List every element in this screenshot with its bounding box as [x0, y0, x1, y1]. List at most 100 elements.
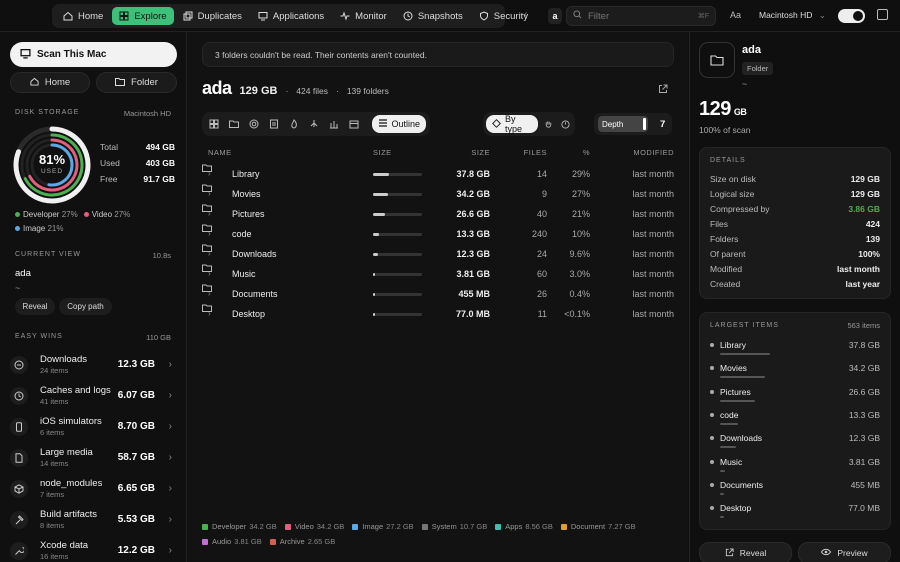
detail-value: 129 GB — [850, 189, 880, 199]
nav-snapshots[interactable]: Snapshots — [396, 7, 470, 25]
theme-toggle[interactable] — [838, 9, 865, 23]
inspector-reveal-button[interactable]: Reveal — [699, 542, 792, 562]
row-modified: last month — [632, 229, 674, 239]
table-row[interactable]: › Movies 34.2 GB 9 27% last month — [202, 184, 674, 204]
depth-track[interactable]: Depth — [598, 116, 648, 132]
largest-item[interactable]: Music 3.81 GB — [710, 457, 880, 480]
reveal-button[interactable]: Reveal — [15, 298, 55, 315]
chevron-right-icon[interactable]: › — [208, 209, 211, 218]
folder-scope-button[interactable]: Folder — [96, 72, 177, 93]
largest-item[interactable]: Desktop 77.0 MB — [710, 503, 880, 526]
easy-win-size: 6.07 GB — [117, 390, 155, 401]
chevron-right-icon[interactable]: › — [208, 229, 211, 238]
chevron-right-icon[interactable]: › — [208, 309, 211, 318]
table-row[interactable]: › Documents 455 MB 26 0.4% last month — [202, 284, 674, 304]
chevron-right-icon[interactable]: › — [208, 249, 211, 258]
by-type-button[interactable]: By type — [486, 114, 538, 134]
treemap-view-icon[interactable] — [206, 115, 223, 133]
col-size-bar[interactable]: SIZE — [373, 148, 392, 157]
col-size[interactable]: SIZE — [471, 148, 490, 157]
nav-monitor[interactable]: Monitor — [333, 7, 394, 25]
outline-view-button[interactable]: Outline — [371, 115, 427, 133]
largest-item[interactable]: code 13.3 GB — [710, 410, 880, 433]
inspector-preview-button[interactable]: Preview — [798, 542, 891, 562]
nav-applications[interactable]: Applications — [251, 7, 331, 25]
open-external-icon — [725, 547, 734, 559]
hand-icon[interactable] — [542, 120, 555, 129]
row-size: 3.81 GB — [456, 269, 490, 279]
open-external-icon[interactable] — [658, 84, 668, 96]
depth-handle[interactable] — [643, 118, 646, 130]
legend-developer-pct: 27% — [61, 210, 78, 219]
chevron-right-icon: › — [168, 421, 172, 432]
home-scope-button[interactable]: Home — [10, 72, 90, 93]
free-value: 91.7 GB — [143, 174, 175, 184]
col-modified[interactable]: MODIFIED — [633, 148, 674, 157]
row-size: 12.3 GB — [456, 249, 490, 259]
type-name: System — [431, 522, 457, 531]
back-chevron-icon[interactable]: ‹ — [524, 9, 527, 20]
table-row[interactable]: › Desktop 77.0 MB 11 <0.1% last month — [202, 304, 674, 324]
breadcrumb[interactable]: a — [548, 8, 562, 24]
largest-item[interactable]: Downloads 12.3 GB — [710, 433, 880, 456]
copy-path-button[interactable]: Copy path — [59, 298, 112, 315]
detail-value: 100% — [858, 249, 880, 259]
easy-win-xcode-data[interactable]: Xcode data 16 items 12.2 GB › — [10, 535, 182, 562]
table-row[interactable]: › Downloads 12.3 GB 24 9.6% last month — [202, 244, 674, 264]
table-row[interactable]: › code 13.3 GB 240 10% last month — [202, 224, 674, 244]
toggle-knob — [853, 11, 863, 21]
largest-item-bar — [720, 399, 755, 402]
clock-icon[interactable] — [559, 119, 572, 129]
easy-win-caches[interactable]: Caches and logs 41 items 6.07 GB › — [10, 380, 182, 411]
col-percent[interactable]: % — [583, 148, 590, 157]
col-files[interactable]: FILES — [524, 148, 547, 157]
col-name[interactable]: NAME — [208, 148, 232, 157]
filter-input[interactable] — [588, 10, 688, 22]
sunburst-view-icon[interactable] — [246, 115, 263, 133]
largest-item[interactable]: Library 37.8 GB — [710, 340, 880, 363]
easy-win-build-artifacts[interactable]: Build artifacts 8 items 5.53 GB › — [10, 504, 182, 535]
list-view-icon[interactable] — [266, 115, 283, 133]
folder-view-icon[interactable] — [226, 115, 243, 133]
row-percent: 0.4% — [569, 289, 590, 299]
scan-this-mac-button[interactable]: Scan This Mac — [10, 42, 177, 67]
columns-view-icon[interactable] — [326, 115, 343, 133]
nav-duplicates[interactable]: Duplicates — [176, 7, 249, 25]
table-row[interactable]: › Library 37.8 GB 14 29% last month — [202, 164, 674, 184]
largest-item[interactable]: Movies 34.2 GB — [710, 363, 880, 386]
table-row[interactable]: › Music 3.81 GB 60 3.0% last month — [202, 264, 674, 284]
nav-explore[interactable]: Explore — [112, 7, 174, 25]
easy-win-node-modules[interactable]: node_modules 7 items 6.65 GB › — [10, 473, 182, 504]
type-name: Video — [294, 522, 314, 531]
chevron-right-icon[interactable]: › — [208, 269, 211, 278]
easy-win-large-media[interactable]: Large media 14 items 58.7 GB › — [10, 442, 182, 473]
chevron-right-icon[interactable]: › — [208, 289, 211, 298]
chevron-right-icon[interactable]: › — [208, 169, 211, 178]
volume-selector[interactable]: Macintosh HD ⌄ — [759, 10, 826, 21]
row-size-bar — [373, 293, 422, 296]
largest-item[interactable]: Documents 455 MB — [710, 480, 880, 503]
easy-win-count: 16 items — [40, 552, 69, 561]
nav-home[interactable]: Home — [56, 7, 110, 25]
type-legend-item: Image 27.2 GB — [352, 519, 414, 534]
used-row: Used 403 GB — [100, 158, 175, 174]
color-mode-switcher: By type — [483, 112, 575, 136]
tree-view-icon[interactable] — [306, 115, 323, 133]
depth-slider[interactable]: Depth 7 — [594, 113, 672, 135]
easy-win-downloads[interactable]: Downloads 24 items 12.3 GB › — [10, 349, 182, 380]
chevron-right-icon[interactable]: › — [208, 189, 211, 198]
row-size-bar-fill — [373, 313, 375, 316]
easy-win-ios-simulators[interactable]: iOS simulators 6 items 8.70 GB › — [10, 411, 182, 442]
largest-item[interactable]: Pictures 26.6 GB — [710, 387, 880, 410]
filter-field[interactable]: ⌘F — [566, 6, 716, 26]
current-view-time: 10.8s — [152, 251, 171, 260]
type-size: 10.7 GB — [459, 522, 488, 531]
font-size-button[interactable]: Aa — [730, 10, 741, 20]
free-label: Free — [100, 174, 118, 184]
flame-view-icon[interactable] — [286, 115, 303, 133]
type-swatch — [352, 523, 359, 530]
row-size-bar — [373, 233, 422, 236]
calendar-view-icon[interactable] — [346, 115, 363, 133]
table-row[interactable]: › Pictures 26.6 GB 40 21% last month — [202, 204, 674, 224]
sidebar-panel-icon[interactable] — [877, 9, 888, 20]
